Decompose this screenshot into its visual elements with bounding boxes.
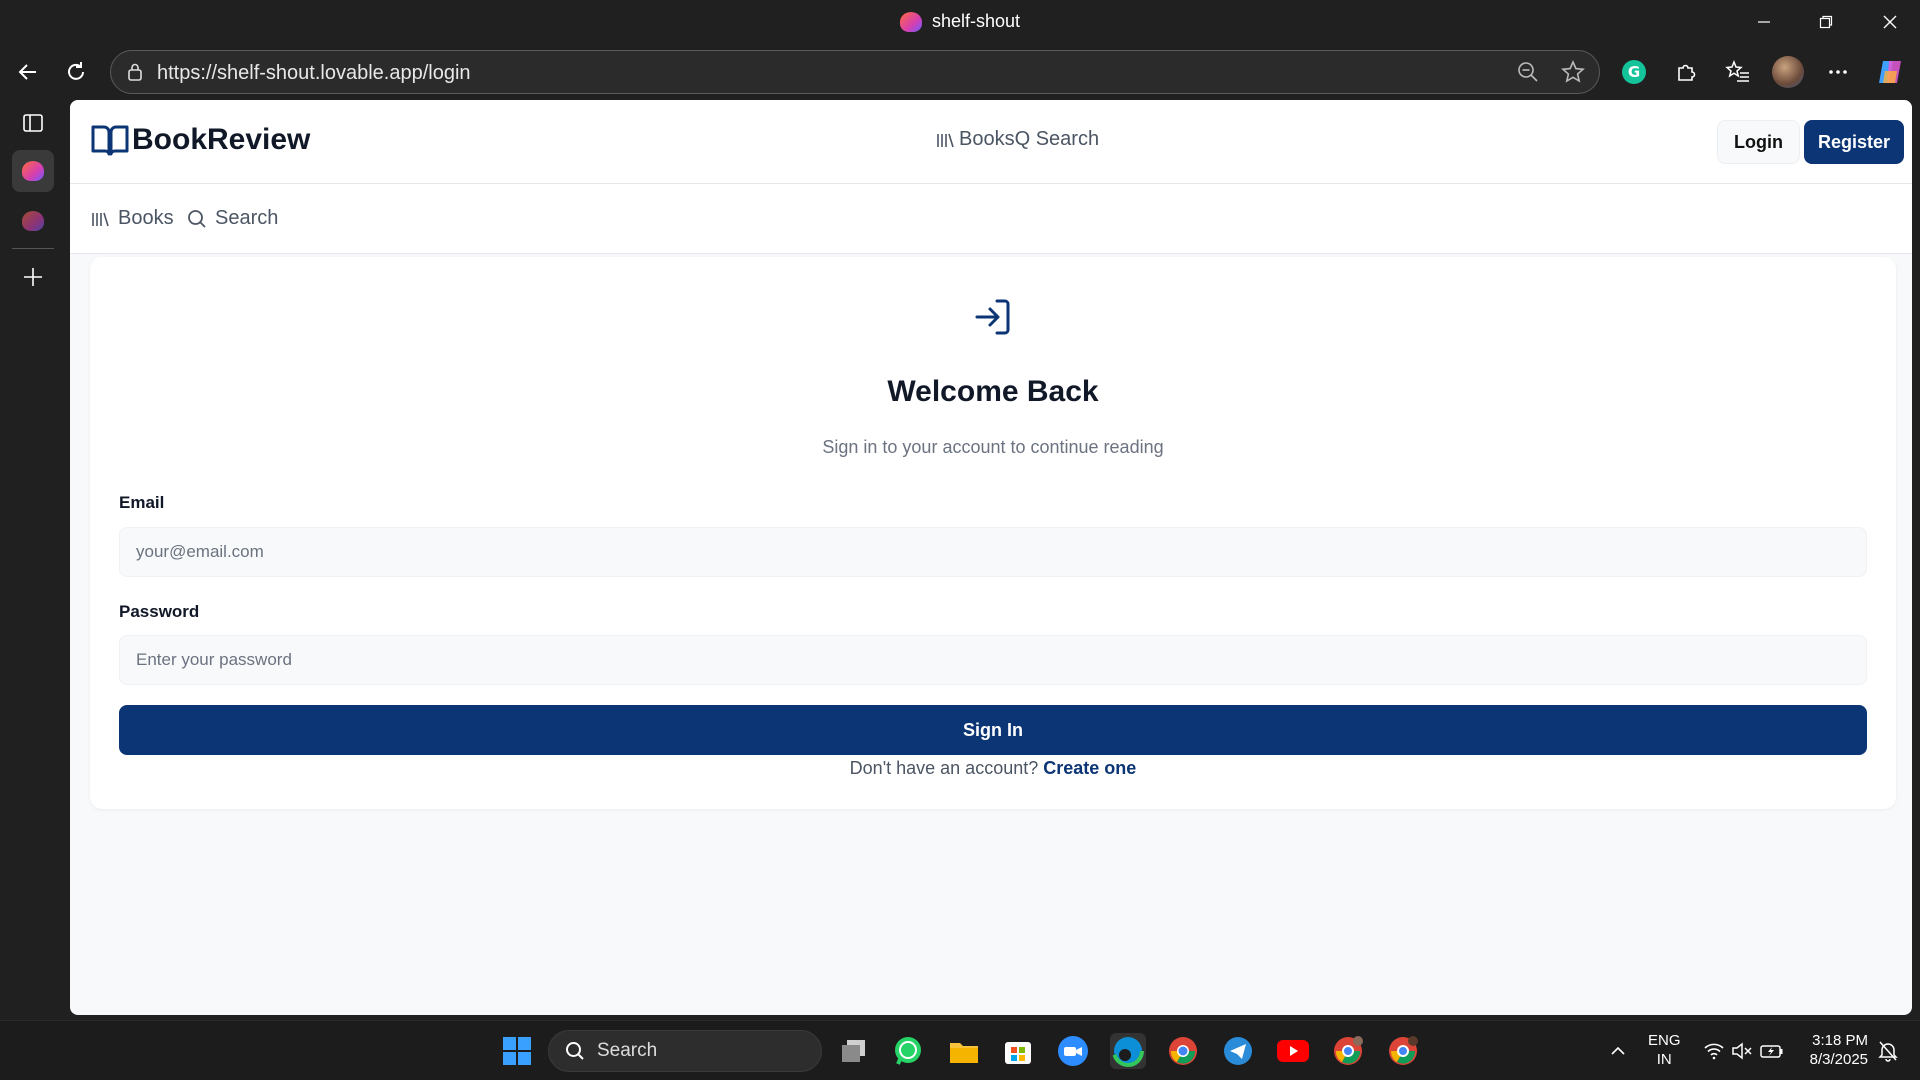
task-view-icon[interactable] <box>836 1033 872 1069</box>
top-nav: BooksQ Search <box>935 128 1099 151</box>
new-tab-plus-icon[interactable] <box>12 256 54 298</box>
book-open-icon <box>91 125 129 156</box>
tab-title-text: shelf-shout <box>931 11 1021 31</box>
lovable-logo-icon <box>899 11 922 32</box>
tab-shelf-shout-active[interactable] <box>12 150 54 192</box>
top-nav-books-search[interactable]: BooksQ Search <box>959 128 1099 151</box>
footer-text: Don't have an account? <box>849 758 1039 778</box>
svg-text:G: G <box>1628 63 1640 81</box>
search-icon <box>188 209 206 228</box>
log-in-icon <box>975 299 1010 335</box>
taskbar-search-label: Search <box>597 1040 658 1061</box>
whatsapp-icon[interactable] <box>890 1033 926 1069</box>
file-explorer-icon[interactable] <box>946 1033 982 1069</box>
minimize-button[interactable] <box>1744 8 1784 36</box>
battery-charging-icon[interactable] <box>1754 1033 1790 1069</box>
nav-books-label: Books <box>118 207 174 229</box>
nav-search-label: Search <box>215 207 279 229</box>
password-field[interactable] <box>119 635 1867 685</box>
brand-logo[interactable]: BookReview <box>90 122 310 158</box>
email-label: Email <box>119 493 165 512</box>
favorite-star-icon[interactable] <box>1561 60 1585 89</box>
register-button[interactable]: Register <box>1803 120 1904 164</box>
language-code: ENG <box>1648 1032 1681 1049</box>
tab-actions-icon[interactable] <box>12 102 54 144</box>
show-hidden-icons-chevron-up-icon[interactable] <box>1600 1033 1636 1069</box>
card-title: Welcome Back <box>887 375 1099 408</box>
refresh-icon[interactable] <box>60 56 92 88</box>
library-icon <box>937 133 954 147</box>
brand-name: BookReview <box>132 123 311 156</box>
address-bar[interactable]: https://shelf-shout.lovable.app/login <box>110 50 1600 94</box>
secondary-nav: Books Search <box>70 184 1912 254</box>
nav-books-link[interactable]: Books <box>90 207 174 230</box>
window-title-bar: shelf-shout <box>0 0 1920 44</box>
windows-taskbar: Search ENG IN 3:18 PM 8/3/2025 <box>0 1020 1920 1080</box>
lovable-logo-icon <box>22 211 44 231</box>
password-label: Password <box>119 602 200 621</box>
window-title: shelf-shout <box>0 11 1920 32</box>
language-region: IN <box>1656 1051 1672 1068</box>
url-text: https://shelf-shout.lovable.app/login <box>157 62 471 84</box>
create-account-link[interactable]: Create one <box>1043 758 1136 778</box>
browser-toolbar: https://shelf-shout.lovable.app/login G <box>0 44 1920 100</box>
telegram-icon[interactable] <box>1220 1033 1256 1069</box>
favorites-list-icon[interactable] <box>1722 56 1754 88</box>
grammarly-icon[interactable]: G <box>1618 56 1650 88</box>
back-arrow-icon[interactable] <box>12 56 44 88</box>
tab-strip-divider <box>12 248 54 249</box>
web-page: BookReview BooksQ Search Login Register … <box>70 100 1912 1015</box>
lovable-logo-icon <box>22 161 44 181</box>
vertical-tab-strip <box>0 100 70 1020</box>
windows-start-icon[interactable] <box>499 1033 535 1069</box>
login-card: Welcome Back Sign in to your account to … <box>90 257 1896 809</box>
login-button[interactable]: Login <box>1716 120 1800 164</box>
system-clock[interactable]: 3:18 PM 8/3/2025 <box>1796 1031 1868 1069</box>
zoom-out-icon[interactable] <box>1517 61 1539 88</box>
clock-time: 3:18 PM <box>1812 1032 1868 1049</box>
zoom-app-icon[interactable] <box>1055 1033 1091 1069</box>
clock-date: 8/3/2025 <box>1809 1051 1868 1068</box>
taskbar-search-box[interactable]: Search <box>548 1030 822 1072</box>
extensions-puzzle-icon[interactable] <box>1670 56 1702 88</box>
edge-browser-icon[interactable] <box>1110 1033 1146 1069</box>
chrome-profile-icon[interactable] <box>1330 1033 1366 1069</box>
site-info-lock-icon[interactable] <box>125 62 145 87</box>
restore-button[interactable] <box>1806 8 1846 36</box>
library-icon <box>92 212 109 226</box>
input-language-indicator[interactable]: ENG IN <box>1648 1031 1681 1069</box>
auth-buttons: Login Register <box>1716 120 1904 164</box>
site-header: BookReview BooksQ Search Login Register <box>70 100 1912 184</box>
nav-search-link[interactable]: Search <box>187 207 278 230</box>
chrome-profile-icon[interactable] <box>1385 1033 1421 1069</box>
microsoft-store-icon[interactable] <box>1000 1033 1036 1069</box>
search-icon <box>566 1042 584 1060</box>
chrome-icon[interactable] <box>1165 1033 1201 1069</box>
profile-avatar-icon[interactable] <box>1772 56 1804 88</box>
close-window-button[interactable] <box>1870 8 1910 36</box>
email-field[interactable] <box>119 527 1867 577</box>
tab-lovable[interactable] <box>12 200 54 242</box>
copilot-icon[interactable] <box>1874 56 1906 88</box>
create-account-line: Don't have an account? Create one <box>90 758 1896 779</box>
sign-in-button[interactable]: Sign In <box>119 705 1867 755</box>
card-subtitle: Sign in to your account to continue read… <box>822 437 1164 457</box>
more-options-icon[interactable] <box>1822 56 1854 88</box>
notification-bell-icon[interactable] <box>1870 1033 1906 1069</box>
youtube-icon[interactable] <box>1275 1033 1311 1069</box>
